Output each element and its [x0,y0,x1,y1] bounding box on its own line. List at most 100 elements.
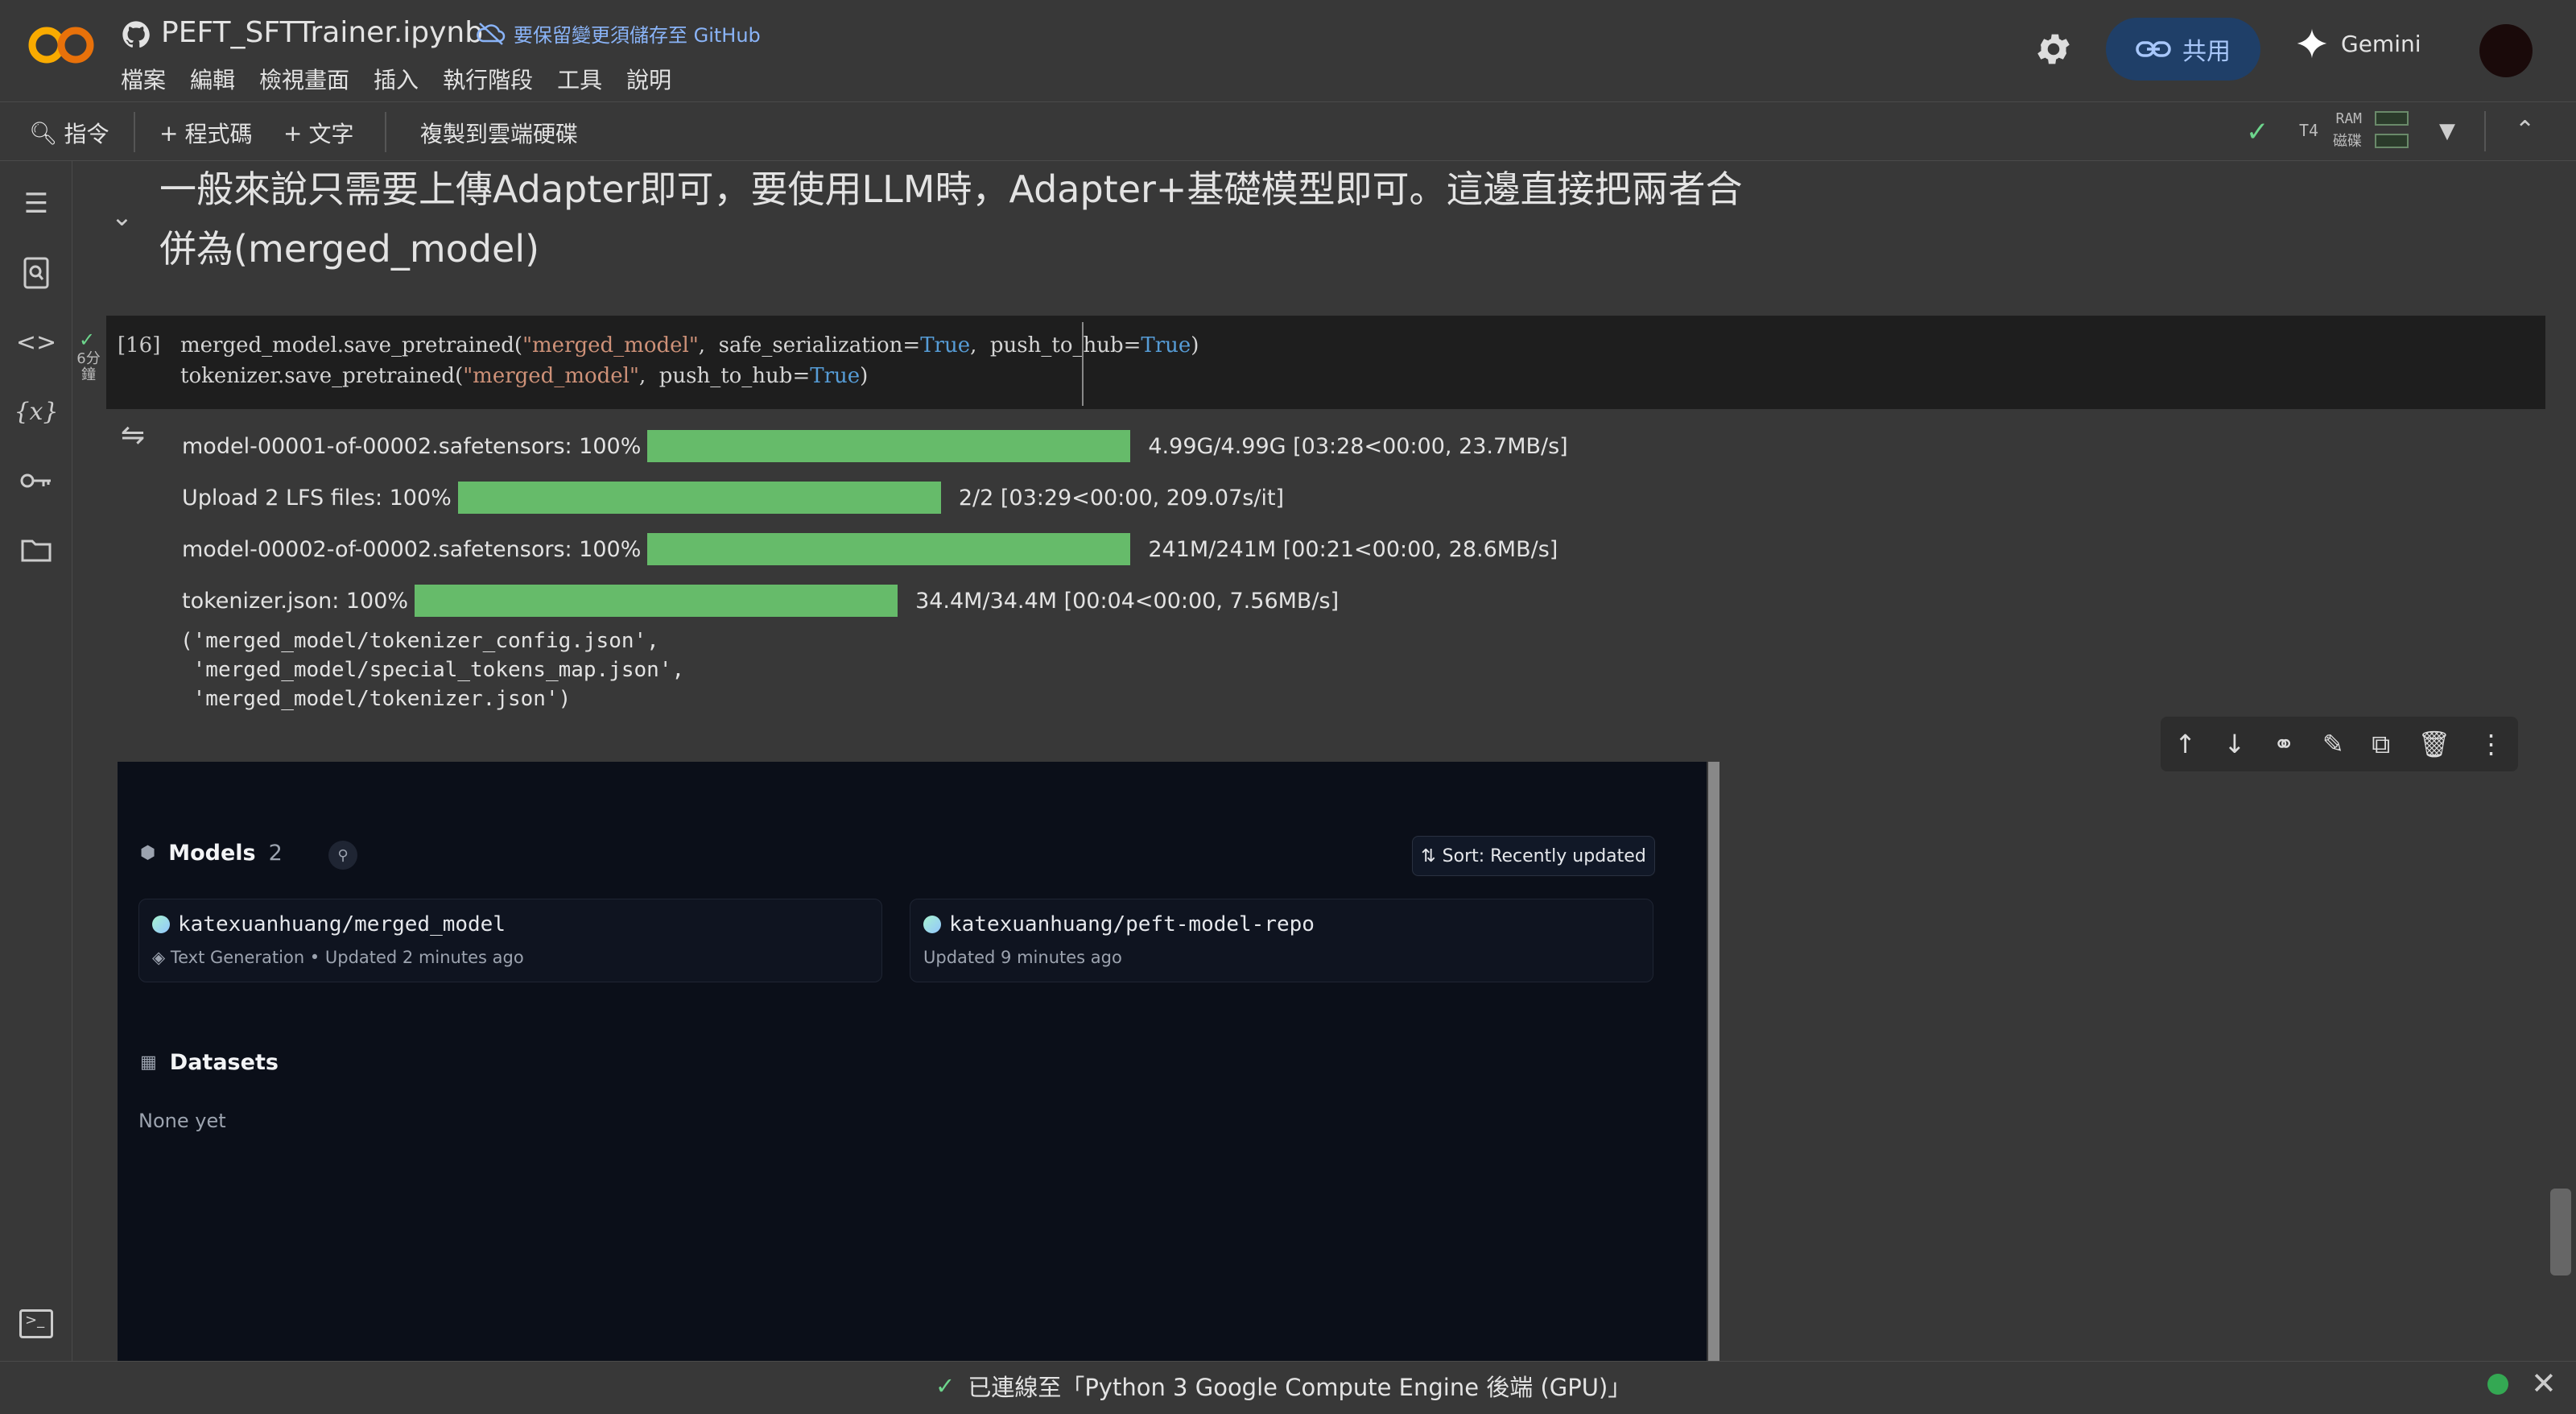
menu-view[interactable]: 檢視畫面 [259,63,349,95]
sort-button[interactable]: ⇅ Sort: Recently updated [1412,836,1655,876]
folder-icon[interactable] [19,533,53,567]
code-line[interactable]: merged_model.save_pretrained("merged_mod… [180,333,1199,358]
section-heading[interactable]: 一般來說只需要上傳Adapter即可，要使用LLM時，Adapter+基礎模型即… [159,159,1769,279]
chevron-down-icon[interactable]: ▼ [2439,119,2455,143]
runtime-connected-check-icon[interactable]: ✓ [2246,116,2269,148]
search-icon: 🔍︎ [29,119,58,147]
runtime-type[interactable]: T4 [2299,121,2318,140]
variables-icon[interactable]: {x} [14,395,58,428]
plus-icon: + [283,119,303,147]
status-indicator [2487,1374,2508,1395]
tag-icon: ◈ [152,948,171,967]
edit-icon[interactable]: ✎ [2322,729,2344,759]
plus-icon: + [159,119,179,147]
cube-icon: ⬢ [140,843,156,863]
exec-count[interactable]: [16] [118,333,160,358]
disk-label: 磁碟 [2333,133,2362,150]
command-palette-button[interactable]: 🔍︎ 指令 [29,117,109,149]
avatar [923,916,941,933]
menu-edit[interactable]: 編輯 [190,63,235,95]
model-meta: Updated 9 minutes ago [923,948,1122,967]
menu-file[interactable]: 檔案 [121,63,166,95]
divider [385,112,386,152]
toc-icon[interactable]: ☰ [19,187,53,221]
notebook-title[interactable]: PEFT_SFTTrainer.ipynb [161,16,483,49]
model-name-text: katexuanhuang/peft-model-repo [949,912,1315,936]
toolbar: 🔍︎ 指令 + 程式碼 + 文字 複製到雲端硬碟 [0,101,2576,161]
text-cursor [1082,322,1084,406]
progress-row: model-00002-of-00002.safetensors: 100% 2… [182,533,1558,565]
sparkle-icon [2297,28,2327,59]
ram-meter [2375,111,2409,126]
sort-icon: ⇅ [1421,846,1436,866]
notebook-scrollbar[interactable] [2550,1189,2571,1275]
menu-runtime[interactable]: 執行階段 [443,63,533,95]
models-label: Models [168,841,256,866]
code-token: ) [1191,333,1199,358]
delete-icon[interactable]: 🗑︎ [2418,729,2451,759]
model-card[interactable]: katexuanhuang/peft-model-repo Updated 9 … [910,899,1653,982]
connection-status[interactable]: ✓ 已連線至「Python 3 Google Compute Engine 後端… [935,1369,1631,1403]
copy-to-drive-button[interactable]: 複製到雲端硬碟 [420,117,578,149]
code-token: merged_model.save_pretrained( [180,333,523,358]
save-note-text: 要保留變更須儲存至 GitHub [514,24,761,47]
exec-time: 6分鐘 [76,350,101,383]
save-to-github-note[interactable]: 要保留變更須儲存至 GitHub [477,19,761,48]
progress-label: model-00002-of-00002.safetensors: 100% [182,536,642,562]
share-button[interactable]: 共用 [2106,18,2260,81]
progress-bar [647,430,1131,462]
progress-row: model-00001-of-00002.safetensors: 100% 4… [182,430,1568,462]
progress-bar [457,482,941,514]
gear-icon[interactable] [2033,29,2074,69]
datasets-heading: ▦ Datasets [140,1050,279,1075]
output-tuple: ('merged_model/tokenizer_config.json', '… [180,629,685,711]
code-line[interactable]: tokenizer.save_pretrained("merged_model"… [180,364,868,388]
progress-row: Upload 2 LFS files: 100% 2/2 [03:29<00:0… [182,482,1284,514]
move-down-icon[interactable]: ↓ [2223,729,2245,759]
code-string: "merged_model" [463,364,639,388]
chevron-up-icon[interactable]: ⌃ [2515,116,2535,144]
avatar[interactable] [2479,24,2533,77]
search-icon[interactable]: ⚲ [328,841,357,870]
menu-help[interactable]: 說明 [626,63,671,95]
resource-labels[interactable]: RAM 磁碟 [2333,108,2362,153]
key-icon[interactable] [19,464,53,498]
terminal-icon[interactable]: >_ [19,1309,53,1338]
left-rail: ☰ <> {x} [0,161,72,1361]
sort-label: Sort: Recently updated [1442,846,1646,866]
code-cell[interactable] [106,316,2545,409]
code-token: tokenizer.save_pretrained( [180,364,464,388]
code-token: , push_to_hub= [638,364,811,388]
link-icon[interactable]: ⚭ [2273,729,2295,759]
frame-scrollbar[interactable] [1708,762,1719,1361]
add-code-label: 程式碼 [184,121,253,147]
move-up-icon[interactable]: ↑ [2174,729,2196,759]
menu-tools[interactable]: 工具 [557,63,602,95]
progress-label: tokenizer.json: 100% [182,588,409,614]
close-icon[interactable]: ✕ [2531,1366,2557,1401]
progress-stats: 4.99G/4.99G [03:28<00:00, 23.7MB/s] [1148,433,1568,459]
colab-logo[interactable] [27,21,97,69]
more-vert-icon[interactable]: ⋮ [2479,729,2504,759]
link-icon [2136,41,2171,57]
model-name[interactable]: katexuanhuang/peft-model-repo [923,912,1315,936]
find-icon[interactable] [19,256,53,290]
progress-bar [647,533,1131,565]
gemini-button[interactable]: Gemini [2296,27,2421,60]
model-name[interactable]: katexuanhuang/merged_model [152,912,506,936]
output-actions-icon[interactable]: ⇋ [121,419,145,452]
model-card[interactable]: katexuanhuang/merged_model ◈ Text Genera… [138,899,882,982]
disk-meter [2375,134,2409,148]
add-code-button[interactable]: + 程式碼 [159,117,252,149]
progress-stats: 241M/241M [00:21<00:00, 28.6MB/s] [1148,536,1558,562]
command-label: 指令 [64,121,109,147]
add-text-button[interactable]: + 文字 [283,117,353,149]
progress-stats: 34.4M/34.4M [00:04<00:00, 7.56MB/s] [915,588,1340,614]
share-label: 共用 [2182,38,2231,66]
exec-success-check-icon: ✓ [79,329,96,351]
code-snippets-icon[interactable]: <> [16,325,56,359]
menu-insert[interactable]: 插入 [374,63,419,95]
code-keyword: True [1141,333,1191,358]
collapse-section-icon[interactable]: ⌄ [111,201,133,232]
mirror-cell-icon[interactable]: ⧉ [2372,729,2390,760]
